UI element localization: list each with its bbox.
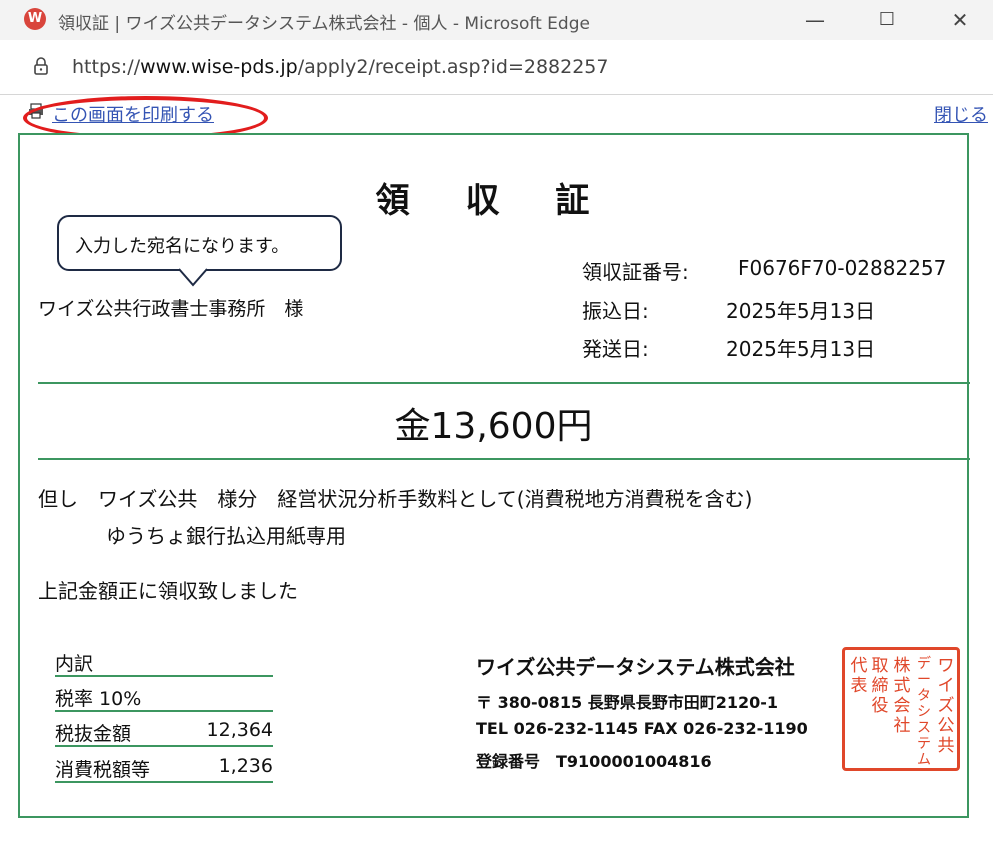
issuer-contact: TEL 026-232-1145 FAX 026-232-1190 [476,719,808,738]
issuer-address: 〒 380-0815 長野県長野市田町2120-1 [476,693,779,712]
breakdown-rule [55,710,273,712]
url-prefix: https:// [72,56,141,78]
net-amount-label: 税抜金額 [55,723,132,745]
transfer-date-label: 振込日: [582,299,649,323]
net-amount-value: 12,364 [206,719,273,741]
ship-date: 2025年5月13日 [726,337,876,361]
seal-text: 株式会社 [893,656,911,736]
purpose-line-2: ゆうちょ銀行払込用紙専用 [106,524,346,548]
issuer-company: ワイズ公共データシステム株式会社 [476,655,795,679]
seal-text: データシステム [917,656,931,768]
acknowledgement-text: 上記金額正に領収致しました [38,579,298,603]
tax-amount-label: 消費税額等 [55,759,151,781]
recipient-name: ワイズ公共行政書士事務所 様 [38,298,304,320]
receipt-panel: 領 収 証 入力した宛名になります。 ワイズ公共行政書士事務所 様 領収証番号:… [18,133,970,818]
breakdown-rule [55,745,273,747]
close-page-link[interactable]: 閉じる [934,101,988,127]
minimize-button[interactable]: — [795,4,835,36]
receipt-number: F0676F70-02882257 [738,256,947,280]
url-path: /apply2/receipt.asp?id=2882257 [297,56,609,78]
receipt-number-label: 領収証番号: [582,260,689,284]
address-bar[interactable]: https://www.wise-pds.jp/apply2/receipt.a… [0,40,993,95]
url-domain: www.wise-pds.jp [140,56,298,78]
seal-text: 取締役 [871,656,889,716]
breakdown-rule [55,781,273,783]
url-text[interactable]: https://www.wise-pds.jp/apply2/receipt.a… [72,56,608,78]
callout-text: 入力した宛名になります。 [75,236,290,257]
edge-app-icon: W [24,8,46,30]
close-window-button[interactable]: ✕ [940,4,980,36]
receipt-amount: 金13,600円 [394,406,593,447]
transfer-date: 2025年5月13日 [726,299,876,323]
window-titlebar: W 領収証 | ワイズ公共データシステム株式会社 - 個人 - Microsof… [0,0,993,40]
callout-bubble: 入力した宛名になります。 [57,215,342,271]
seal-text: ワイズ公共 [937,656,955,756]
breakdown-rule [55,675,273,677]
ship-date-label: 発送日: [582,337,649,361]
lock-icon [34,57,48,75]
callout-tail [178,267,208,287]
window-title: 領収証 | ワイズ公共データシステム株式会社 - 個人 - Microsoft … [58,14,590,34]
company-seal: ワイズ公共 データシステム 株式会社 取締役 代表 [842,647,960,771]
divider-bottom [38,458,970,460]
divider-top [38,382,970,384]
purpose-line-1: 但し ワイズ公共 様分 経営状況分析手数料として(消費税地方消費税を含む) [38,487,753,511]
issuer-registration: 登録番号 T9100001004816 [476,752,712,771]
tax-amount-value: 1,236 [218,755,273,777]
maximize-button[interactable]: ☐ [867,4,907,36]
seal-text: 代表 [850,656,868,696]
